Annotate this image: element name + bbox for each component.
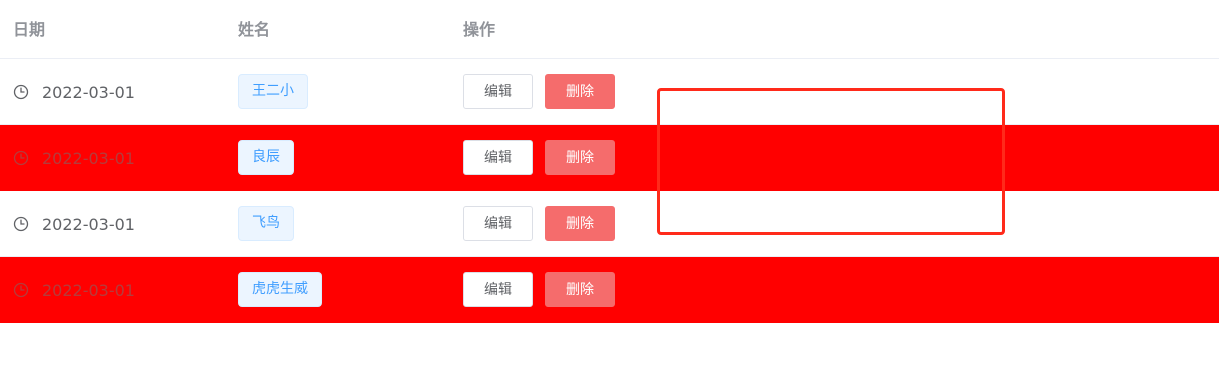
column-header-actions[interactable]: 操作 bbox=[463, 0, 495, 59]
name-tag: 良辰 bbox=[238, 140, 294, 175]
table-row-highlighted: 2022-03-01 虎虎生威 编辑 删除 bbox=[0, 257, 1219, 323]
table-header: 日期 姓名 操作 bbox=[0, 0, 1219, 59]
column-header-name[interactable]: 姓名 bbox=[238, 0, 270, 59]
data-table: 日期 姓名 操作 2022-03-01 王二小 编辑 删除 2022-03-01… bbox=[0, 0, 1219, 323]
date-text: 2022-03-01 bbox=[42, 82, 135, 102]
table-row: 2022-03-01 王二小 编辑 删除 bbox=[0, 59, 1219, 125]
date-text: 2022-03-01 bbox=[42, 280, 135, 300]
clock-icon bbox=[13, 282, 29, 298]
delete-button[interactable]: 删除 bbox=[545, 272, 615, 307]
table-row: 2022-03-01 飞鸟 编辑 删除 bbox=[0, 191, 1219, 257]
clock-icon bbox=[13, 84, 29, 100]
edit-button[interactable]: 编辑 bbox=[463, 74, 533, 109]
delete-button[interactable]: 删除 bbox=[545, 140, 615, 175]
date-cell: 2022-03-01 bbox=[13, 191, 135, 257]
clock-icon bbox=[13, 216, 29, 232]
name-tag: 虎虎生威 bbox=[238, 272, 322, 307]
edit-button[interactable]: 编辑 bbox=[463, 272, 533, 307]
delete-button[interactable]: 删除 bbox=[545, 74, 615, 109]
edit-button[interactable]: 编辑 bbox=[463, 206, 533, 241]
date-cell: 2022-03-01 bbox=[13, 125, 135, 191]
name-tag: 飞鸟 bbox=[238, 206, 294, 241]
table-row-highlighted: 2022-03-01 良辰 编辑 删除 bbox=[0, 125, 1219, 191]
date-text: 2022-03-01 bbox=[42, 214, 135, 234]
date-cell: 2022-03-01 bbox=[13, 59, 135, 125]
annotation-highlight-box bbox=[657, 88, 1005, 235]
edit-button[interactable]: 编辑 bbox=[463, 140, 533, 175]
column-header-date[interactable]: 日期 bbox=[13, 0, 45, 59]
name-tag: 王二小 bbox=[238, 74, 308, 109]
date-cell: 2022-03-01 bbox=[13, 257, 135, 323]
clock-icon bbox=[13, 150, 29, 166]
date-text: 2022-03-01 bbox=[42, 148, 135, 168]
delete-button[interactable]: 删除 bbox=[545, 206, 615, 241]
